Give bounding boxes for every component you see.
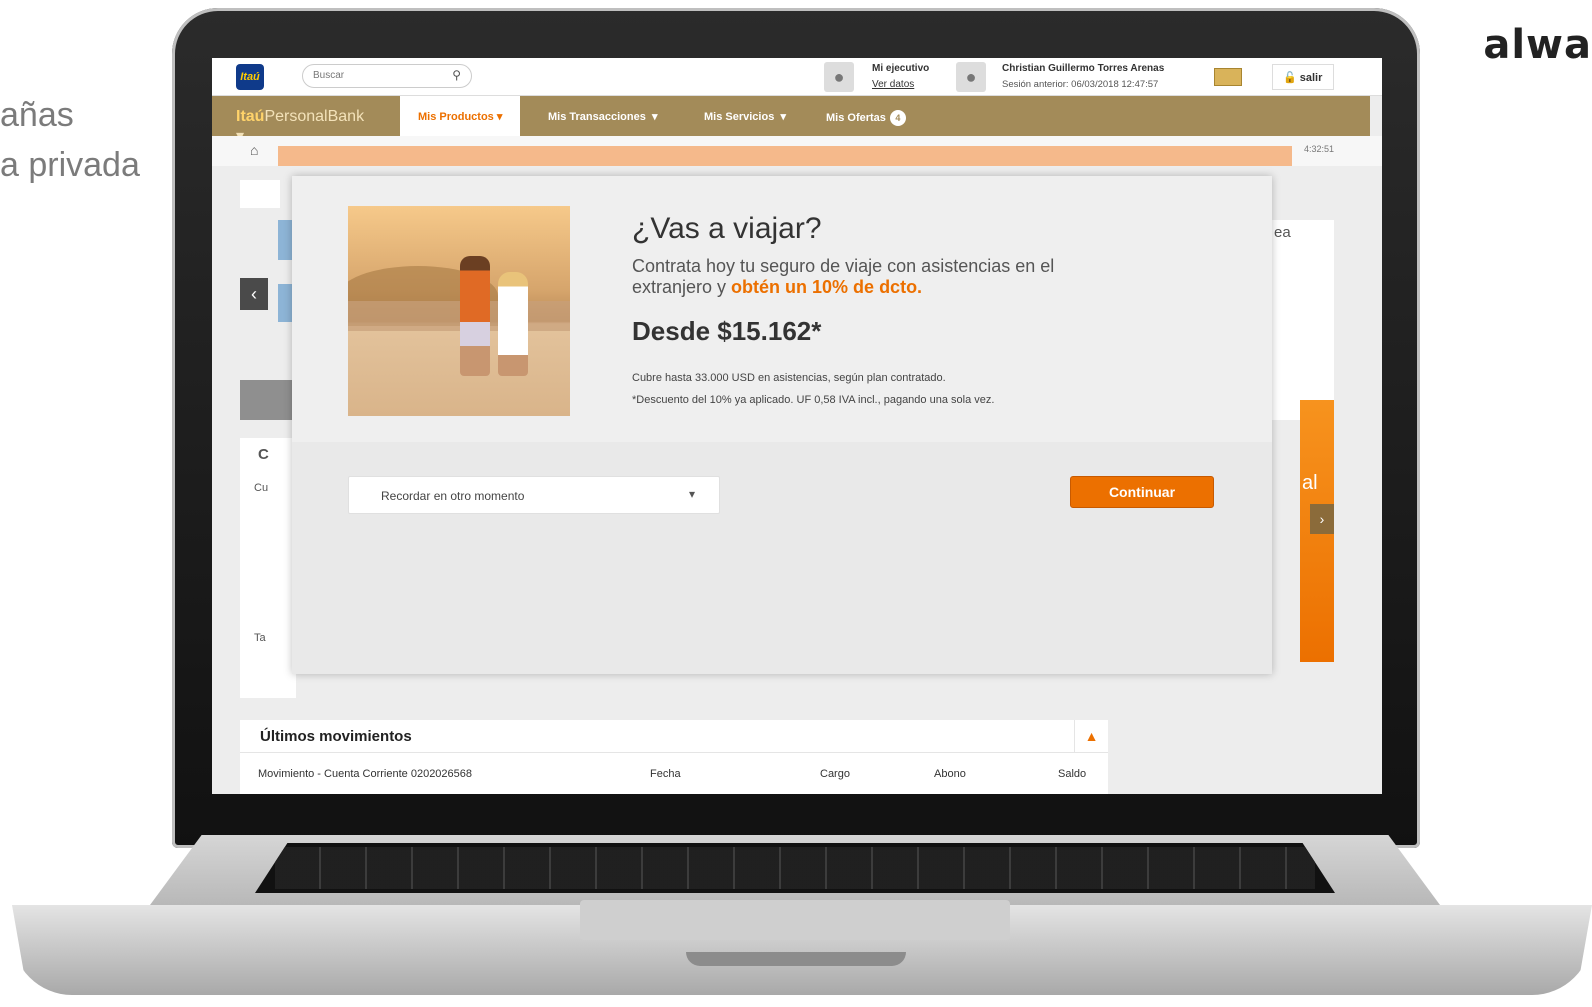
search-icon[interactable]: ⚲ [452,68,461,82]
side-text-line1: añas [0,96,74,134]
user-avatar-icon: ● [956,62,986,92]
modal-title: ¿Vas a viajar? [632,212,822,245]
modal-coverage-note: Cubre hasta 33.000 USD en asistencias, s… [632,372,946,384]
ghost-label-ta: Ta [254,632,266,644]
col-balance: Saldo [1058,768,1087,780]
search-placeholder: Buscar [313,70,345,81]
nav-item-mis-transacciones[interactable]: Mis Transacciones ▾ [530,96,675,136]
last-movements-title: Últimos movimientos [260,728,412,745]
chevron-up-icon[interactable]: ▲ [1074,720,1108,752]
ghost-label-cu: Cu [254,482,269,494]
bg-banner-blue [278,220,292,260]
laptop-touchpad [580,900,1010,940]
executive-link[interactable]: Ver datos [872,79,914,90]
bg-widget [240,180,280,208]
offers-count-badge: 4 [889,110,906,126]
nav-label: Mis Ofertas [826,112,886,124]
remind-later-value: Recordar en otro momento [381,489,525,503]
col-movement: Movimiento - Cuenta Corriente 0202026568 [258,768,473,780]
executive-avatar-icon: ● [824,62,854,92]
beach-couple-photo [348,206,570,416]
modal-discount-note: *Descuento del 10% ya aplicado. UF 0,58 … [632,394,995,406]
mail-icon[interactable] [1214,68,1242,86]
search-input[interactable]: Buscar ⚲ [302,64,472,88]
session-time: 4:32:51 [1303,144,1334,154]
nav-label: Mis Servicios [704,111,775,123]
travel-insurance-modal: ¿Vas a viajar? Contrata hoy tu seguro de… [292,176,1272,674]
col-credit: Abono [934,768,966,780]
bg-right-panel [1272,220,1334,420]
nav-item-mis-ofertas[interactable]: Mis Ofertas 4 [808,96,924,136]
nav-item-mis-productos[interactable]: Mis Productos ▾ [400,96,521,136]
nav-brand-light: PersonalBank [264,108,365,125]
site-topbar: Itaú Buscar ⚲ ● Mi ejecutivo Ver datos ●… [212,58,1382,96]
nav-label: Mis Transacciones [548,111,646,123]
modal-desc-highlight: obtén un 10% de dcto. [731,277,923,297]
modal-description: Contrata hoy tu seguro de viaje con asis… [632,256,1132,298]
chevron-down-icon: ▾ [688,487,695,501]
continue-button[interactable]: Continuar [1070,476,1214,508]
modal-price: Desde $15.162* [632,316,822,346]
side-text-line2: a privada [0,146,140,184]
home-icon[interactable]: ⌂ [250,142,258,158]
col-date: Fecha [650,768,681,780]
laptop-screen: Itaú Buscar ⚲ ● Mi ejecutivo Ver datos ●… [212,58,1382,794]
main-nav: ItaúPersonalBank ▾ Mis Productos ▾ Mis T… [212,96,1370,145]
remind-later-select[interactable]: Recordar en otro momento ▾ [348,476,720,514]
itau-logo[interactable]: Itaú [236,64,264,90]
user-last-session: Sesión anterior: 06/03/2018 12:47:57 [1002,79,1159,90]
ghost-label-al: al [1302,472,1318,494]
nav-label: Mis Productos [418,111,494,123]
col-charge: Cargo [820,768,850,780]
bg-products-card [240,438,296,698]
laptop-keyboard [255,843,1335,893]
laptop-notch [686,952,906,966]
carousel-next-button[interactable]: › [1310,504,1334,534]
last-movements-card: Últimos movimientos ▲ Movimiento - Cuent… [240,720,1108,794]
bg-gray-block [240,380,296,420]
logout-button[interactable]: 🔓 salir [1272,64,1334,90]
modal-content: ¿Vas a viajar? Contrata hoy tu seguro de… [292,176,1272,442]
promo-strip [278,146,1292,166]
logout-label: salir [1299,72,1323,84]
user-name: Christian Guillermo Torres Arenas [1002,63,1165,74]
bg-banner-blue-2 [278,284,292,322]
ghost-label-ea: ea [1274,224,1291,241]
ghost-heading: C [258,446,269,463]
nav-brand[interactable]: ItaúPersonalBank ▾ [212,96,400,145]
nav-item-mis-servicios[interactable]: Mis Servicios ▾ [686,96,804,136]
brand-wordmark: alwa [1483,22,1592,68]
nav-brand-bold: Itaú [236,108,265,125]
executive-title: Mi ejecutivo [872,63,930,74]
carousel-prev-button[interactable]: ‹ [240,278,268,310]
